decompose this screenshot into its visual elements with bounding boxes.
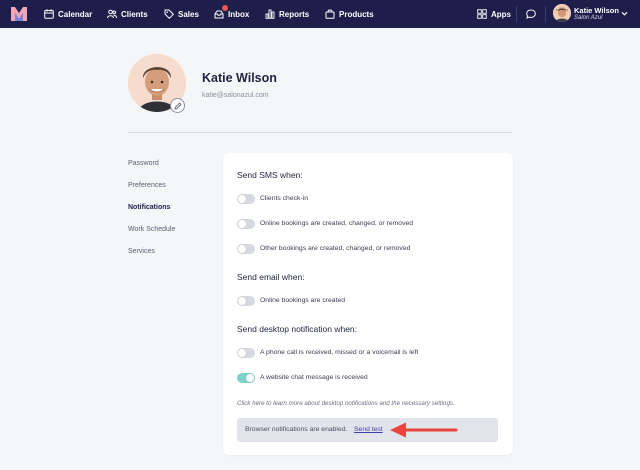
chat-button[interactable] [526, 0, 540, 28]
apps-grid-icon [477, 9, 487, 19]
side-menu-password[interactable]: Password [128, 160, 159, 167]
user-avatar[interactable] [553, 4, 571, 22]
toggle-label: Clients check-in [260, 195, 308, 202]
nav-products[interactable]: Products [325, 0, 374, 28]
nav-clients-label: Clients [121, 9, 148, 19]
toggle-label: Other bookings are created, changed, or … [260, 245, 411, 252]
red-arrow-icon [390, 422, 458, 438]
chevron-down-icon[interactable] [621, 10, 628, 17]
tag-icon [164, 9, 174, 19]
profile-email: katie@salonazul.com [202, 92, 269, 99]
toggle-desktop-website-chat[interactable] [237, 373, 255, 383]
email-section-title: Send email when: [237, 272, 305, 282]
toggle-label: A website chat message is received [260, 374, 368, 381]
side-menu-notifications[interactable]: Notifications [128, 204, 170, 211]
logo-icon[interactable] [11, 7, 27, 21]
toggle-label: Online bookings are created [260, 297, 346, 304]
inbox-badge [222, 5, 228, 11]
bar-chart-icon [265, 9, 275, 19]
sms-section-title: Send SMS when: [237, 170, 303, 180]
clients-icon [107, 9, 117, 19]
toggle-desktop-phone-call[interactable] [237, 348, 255, 358]
nav-reports[interactable]: Reports [265, 0, 309, 28]
calendar-icon [44, 9, 54, 19]
nav-divider [516, 6, 517, 22]
toggle-label: A phone call is received, missed or a vo… [260, 349, 419, 356]
send-test-link[interactable]: Send test [354, 426, 383, 433]
toggle-email-online-bookings[interactable] [237, 296, 255, 306]
desktop-section-title: Send desktop notification when: [237, 324, 358, 334]
toggle-label: Online bookings are created, changed, or… [260, 220, 414, 227]
nav-inbox[interactable]: Inbox [214, 0, 249, 28]
side-menu-services[interactable]: Services [128, 248, 155, 255]
nav-reports-label: Reports [279, 9, 310, 19]
pencil-icon [173, 101, 182, 110]
side-menu-preferences[interactable]: Preferences [128, 182, 166, 189]
toggle-sms-clients-check-in[interactable] [237, 194, 255, 204]
profile-name: Katie Wilson [202, 71, 277, 85]
user-name[interactable]: Katie Wilson [574, 6, 619, 15]
nav-calendar[interactable]: Calendar [44, 0, 92, 28]
nav-divider [545, 6, 546, 22]
top-nav: Calendar Clients Sales Inbox Reports Pro… [0, 0, 640, 28]
nav-sales-label: Sales [178, 9, 199, 19]
nav-apps-label: Apps [491, 9, 511, 19]
toggle-sms-other-bookings[interactable] [237, 244, 255, 254]
desktop-notifications-help-link[interactable]: Click here to learn more about desktop n… [237, 400, 455, 407]
nav-inbox-label: Inbox [228, 9, 250, 19]
banner-text: Browser notifications are enabled. [245, 426, 348, 433]
toggle-sms-online-bookings[interactable] [237, 219, 255, 229]
bag-icon [325, 9, 335, 19]
nav-clients[interactable]: Clients [107, 0, 148, 28]
nav-calendar-label: Calendar [58, 9, 93, 19]
chat-bubble-icon [526, 9, 536, 19]
nav-sales[interactable]: Sales [164, 0, 199, 28]
edit-avatar-button[interactable] [170, 98, 185, 113]
nav-apps[interactable]: Apps [477, 0, 511, 28]
side-menu-work-schedule[interactable]: Work Schedule [128, 226, 175, 233]
divider [128, 132, 512, 133]
nav-products-label: Products [339, 9, 374, 19]
user-photo-icon [553, 4, 571, 22]
user-salon: Salon Azul [574, 15, 603, 21]
